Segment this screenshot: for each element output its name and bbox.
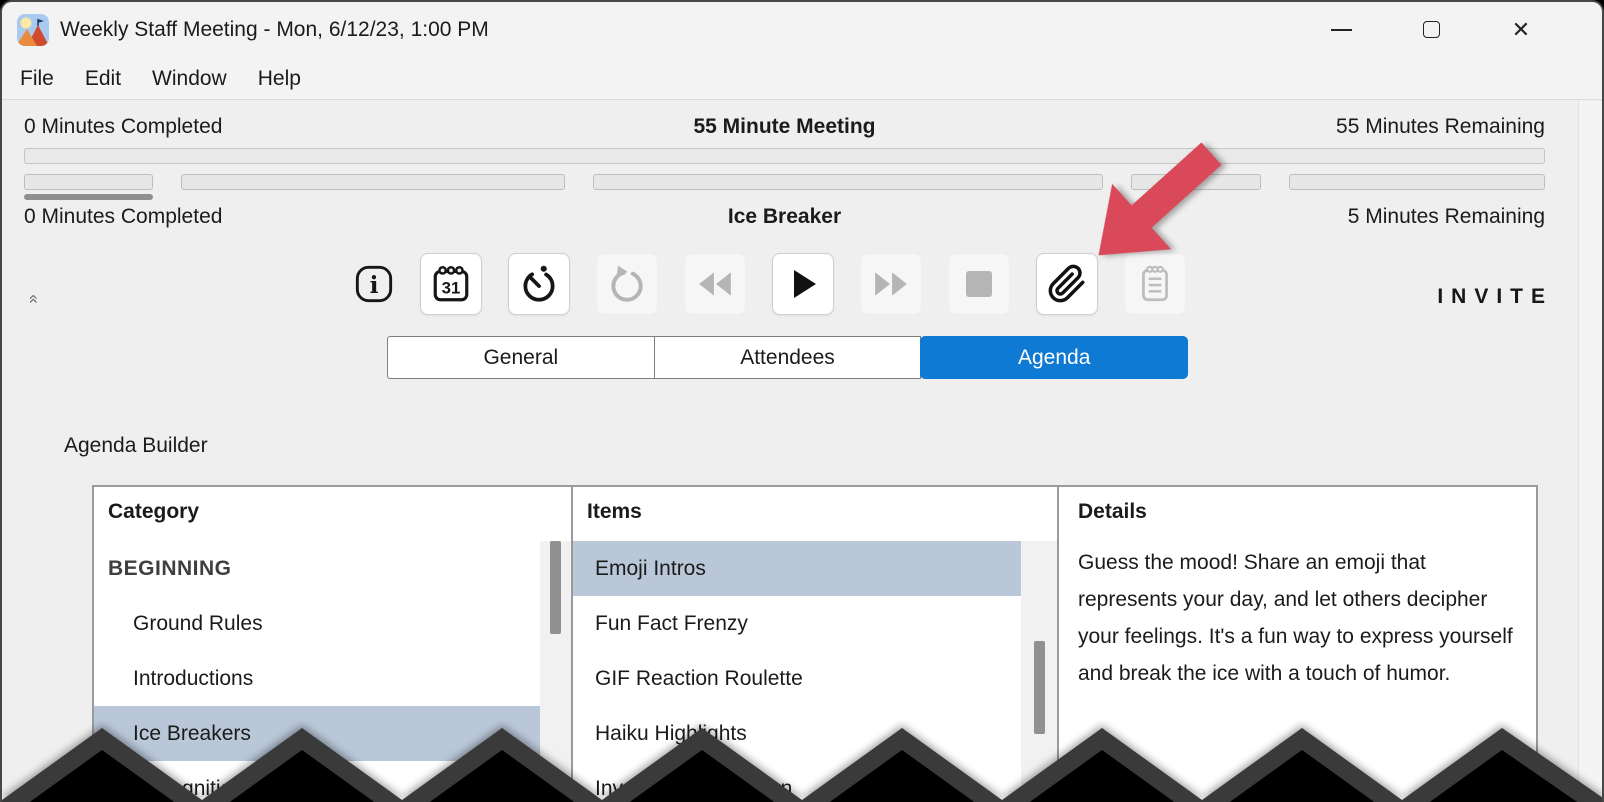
tab-attendees[interactable]: Attendees (653, 336, 922, 379)
undo-button[interactable] (596, 253, 658, 315)
agenda-segment-wrap (181, 174, 565, 190)
fast-forward-button[interactable] (860, 253, 922, 315)
stop-icon (966, 271, 992, 297)
items-scrollbar-thumb[interactable] (1034, 641, 1045, 734)
paperclip-icon (1048, 264, 1085, 303)
stop-button[interactable] (948, 253, 1010, 315)
segment-progress-labels: 0 Minutes Completed Ice Breaker 5 Minute… (24, 205, 1545, 233)
current-agenda-item-label: Ice Breaker (727, 205, 842, 228)
agenda-segment[interactable] (181, 174, 565, 190)
category-row[interactable]: Introductions (94, 651, 540, 706)
info-icon: i (355, 265, 393, 303)
play-button[interactable] (772, 253, 834, 315)
current-segment-indicator (24, 194, 154, 200)
agenda-segment[interactable] (1288, 174, 1546, 190)
timer-icon (523, 265, 555, 302)
minimize-icon (1330, 28, 1352, 31)
agenda-builder-title: Agenda Builder (64, 434, 208, 457)
rewind-button[interactable] (684, 253, 746, 315)
collapse-chevron-icon[interactable]: « (22, 287, 46, 311)
undo-icon (611, 265, 643, 302)
maximize-icon (1422, 21, 1440, 38)
app-window: Weekly Staff Meeting - Mon, 6/12/23, 1:0… (0, 0, 1604, 802)
menu-item-help[interactable]: Help (258, 67, 301, 91)
agenda-segment-wrap (592, 174, 1104, 190)
window-title: Weekly Staff Meeting - Mon, 6/12/23, 1:0… (60, 18, 489, 41)
minimize-button[interactable] (1312, 3, 1370, 56)
close-button[interactable]: ✕ (1492, 3, 1550, 56)
tab-general[interactable]: General (387, 336, 655, 379)
agenda-segment-bar (24, 174, 1546, 200)
category-scrollbar-thumb[interactable] (550, 541, 561, 634)
menu-item-edit[interactable]: Edit (85, 67, 121, 91)
rewind-icon (699, 272, 731, 296)
segment-remaining-label: 5 Minutes Remaining (1347, 205, 1545, 228)
item-row[interactable]: Fun Fact Frenzy (573, 596, 1021, 651)
svg-text:31: 31 (442, 278, 461, 297)
menu-item-file[interactable]: File (20, 67, 54, 91)
svg-text:i: i (370, 271, 379, 299)
menu-item-window[interactable]: Window (152, 67, 227, 91)
category-section-header: BEGINNING (108, 557, 232, 580)
meeting-length-label: 55 Minute Meeting (693, 115, 876, 138)
agenda-segment-wrap (24, 174, 154, 200)
calendar-icon: 31 (433, 265, 469, 302)
category-row[interactable]: Ground Rules (94, 596, 540, 651)
details-text: Guess the mood! Share an emoji that repr… (1078, 551, 1513, 685)
tab-bar: General Attendees Agenda (387, 336, 1189, 379)
overall-remaining-label: 55 Minutes Remaining (1336, 115, 1545, 138)
maximize-button[interactable] (1402, 3, 1460, 56)
toolbar: i 31 (354, 253, 1186, 315)
items-column-header: Items (587, 500, 642, 523)
paperclip-button[interactable] (1036, 253, 1098, 315)
title-bar: Weekly Staff Meeting - Mon, 6/12/23, 1:0… (2, 2, 1602, 58)
torn-edge-decoration (2, 722, 1602, 802)
fast-forward-icon (875, 272, 907, 296)
tab-agenda[interactable]: Agenda (920, 336, 1189, 379)
details-column-header: Details (1078, 500, 1147, 523)
agenda-segment[interactable] (24, 174, 154, 190)
timer-button[interactable] (508, 253, 570, 315)
calendar-button[interactable]: 31 (420, 253, 482, 315)
item-row[interactable]: GIF Reaction Roulette (573, 651, 1021, 706)
play-icon (794, 270, 816, 298)
item-row[interactable]: Emoji Intros (573, 541, 1021, 596)
close-icon: ✕ (1511, 16, 1531, 42)
category-column-header: Category (108, 500, 200, 523)
agenda-segment-wrap (1288, 174, 1546, 190)
overall-progress-labels: 0 Minutes Completed 55 Minute Meeting 55… (24, 115, 1545, 143)
agenda-segment[interactable] (592, 174, 1104, 190)
overall-progress-bar (24, 148, 1545, 164)
content-scroll-gutter (1578, 101, 1602, 802)
app-icon (16, 13, 50, 47)
menu-bar: File Edit Window Help (2, 58, 1602, 100)
info-button[interactable]: i (354, 253, 394, 315)
invite-button[interactable]: INVITE (1437, 285, 1553, 309)
